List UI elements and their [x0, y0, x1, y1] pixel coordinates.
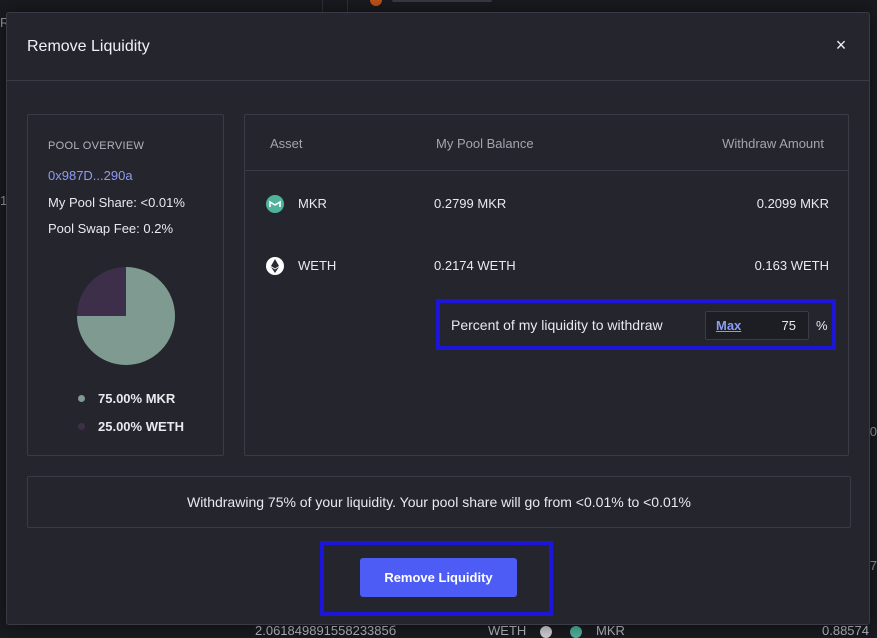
pool-address-link[interactable]: 0x987D...290a [48, 168, 133, 183]
background-amount: 2.06184989155823385б [255, 623, 397, 638]
asset-table-panel: Asset My Pool Balance Withdraw Amount MK… [244, 114, 849, 456]
modal-title: Remove Liquidity [27, 38, 150, 55]
table-divider [245, 170, 848, 171]
pool-overview-panel: POOL OVERVIEW 0x987D...290a My Pool Shar… [27, 114, 224, 456]
background-value: 0.88574 [822, 623, 869, 638]
withdraw-summary: Withdrawing 75% of your liquidity. Your … [27, 476, 851, 528]
max-button[interactable]: Max [716, 318, 741, 333]
remove-liquidity-button[interactable]: Remove Liquidity [360, 558, 517, 597]
asset-name-mkr: MKR [298, 196, 327, 211]
withdraw-amount-weth: 0.163 WETH [754, 258, 829, 273]
column-divider [322, 0, 323, 12]
eth-icon [266, 257, 284, 275]
column-header-asset: Asset [270, 136, 303, 151]
submit-highlight: Remove Liquidity [320, 541, 553, 616]
column-header-withdraw-amount: Withdraw Amount [722, 136, 824, 151]
pool-share-text: My Pool Share: <0.01% [48, 195, 185, 210]
legend-item-mkr: 75.00% MKR [78, 391, 175, 406]
mkr-icon [570, 626, 582, 638]
modal-header: Remove Liquidity × [7, 13, 869, 81]
legend-dot-weth [78, 423, 85, 430]
percent-withdraw-label: Percent of my liquidity to withdraw [451, 317, 663, 333]
percent-input[interactable] [756, 318, 796, 333]
background-asset: WETH [488, 623, 527, 638]
percent-unit: % [816, 318, 828, 333]
token-icon [370, 0, 382, 6]
legend-label-weth: 25.00% WETH [98, 419, 184, 434]
pool-overview-heading: POOL OVERVIEW [48, 140, 145, 152]
background-text [392, 0, 492, 2]
legend-dot-mkr [78, 395, 85, 402]
pool-swap-fee-text: Pool Swap Fee: 0.2% [48, 221, 174, 236]
legend-item-weth: 25.00% WETH [78, 419, 184, 434]
column-divider [347, 0, 348, 12]
withdraw-summary-text: Withdrawing 75% of your liquidity. Your … [186, 494, 692, 510]
percent-input-wrapper: Max [705, 311, 809, 340]
column-header-pool-balance: My Pool Balance [436, 136, 534, 151]
remove-liquidity-modal: Remove Liquidity × POOL OVERVIEW 0x987D.… [6, 12, 870, 625]
pool-composition-pie [77, 267, 175, 365]
mkr-icon [266, 195, 284, 213]
percent-withdraw-control: Percent of my liquidity to withdraw Max … [436, 299, 836, 350]
pie-slice-weth [77, 267, 126, 316]
legend-label-mkr: 75.00% MKR [98, 391, 176, 406]
eth-icon [540, 626, 552, 638]
asset-name-weth: WETH [298, 258, 337, 273]
pool-balance-mkr: 0.2799 MKR [434, 196, 507, 211]
pool-balance-weth: 0.2174 WETH [434, 258, 516, 273]
background-asset: MKR [596, 623, 625, 638]
withdraw-amount-mkr: 0.2099 MKR [756, 196, 829, 211]
close-icon[interactable]: × [831, 35, 851, 55]
background-text: 0 [869, 424, 877, 439]
